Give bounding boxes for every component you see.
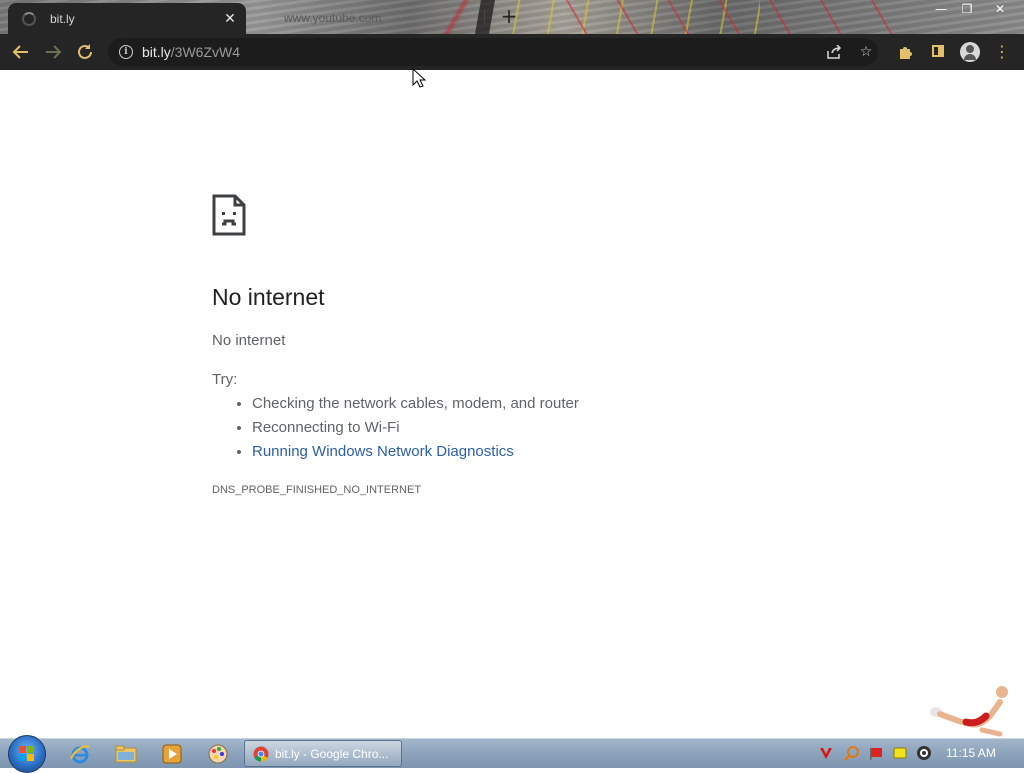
suggestion-list: Checking the network cables, modem, and … xyxy=(212,392,579,464)
suggestion-item: Checking the network cables, modem, and … xyxy=(252,392,579,416)
tab-title: www.youtube.com xyxy=(284,11,382,25)
windows-taskbar: bit.ly - Google Chro... 11:15 AM xyxy=(0,735,1024,773)
tab-separator xyxy=(484,9,485,25)
url-path: /3W6ZvW4 xyxy=(170,44,241,60)
tab-title: bit.ly xyxy=(50,11,75,26)
bookmark-star-icon[interactable]: ☆ xyxy=(856,45,876,59)
tab-strip: bit.ly ✕ www.youtube.com + — ❐ ✕ xyxy=(0,0,1024,34)
back-button[interactable] xyxy=(9,40,33,64)
site-info-icon[interactable]: i xyxy=(119,45,133,59)
volume-tray-icon[interactable] xyxy=(916,745,932,761)
windows-logo-icon xyxy=(19,746,35,762)
suggestion-item: Running Windows Network Diagnostics xyxy=(252,440,579,464)
flag-tray-icon[interactable] xyxy=(868,745,884,761)
close-window-button[interactable]: ✕ xyxy=(985,0,1015,18)
tab-youtube[interactable]: www.youtube.com xyxy=(258,6,478,30)
search-tray-icon[interactable] xyxy=(844,745,860,761)
error-code: DNS_PROBE_FINISHED_NO_INTERNET xyxy=(212,484,422,496)
taskbar-task-title: bit.ly - Google Chro... xyxy=(275,746,389,761)
sad-document-icon xyxy=(212,194,246,240)
browser-toolbar: i bit.ly/3W6ZvW4 ☆ ⋮ xyxy=(0,34,1024,70)
network-diagnostics-link[interactable]: Running Windows Network Diagnostics xyxy=(252,443,514,460)
reload-icon xyxy=(78,44,92,59)
desktop-character-image xyxy=(922,682,1014,742)
back-arrow-icon xyxy=(12,45,28,59)
start-button[interactable] xyxy=(8,735,46,773)
mouse-cursor-icon xyxy=(412,67,427,92)
file-explorer-icon[interactable] xyxy=(112,742,140,766)
tab-bitly[interactable]: bit.ly ✕ xyxy=(8,3,246,34)
address-bar[interactable]: i bit.ly/3W6ZvW4 ☆ xyxy=(108,38,878,66)
extensions-puzzle-icon[interactable] xyxy=(894,40,918,64)
try-label: Try: xyxy=(212,371,238,388)
new-tab-button[interactable]: + xyxy=(498,4,520,28)
reload-button[interactable] xyxy=(73,40,97,64)
page-title: No internet xyxy=(212,284,325,310)
paint-icon[interactable] xyxy=(204,742,232,766)
media-player-icon[interactable] xyxy=(158,742,186,766)
chrome-icon xyxy=(253,746,269,761)
error-subtitle: No internet xyxy=(212,332,286,349)
url-host: bit.ly xyxy=(142,44,171,60)
close-tab-icon[interactable]: ✕ xyxy=(220,11,240,27)
wallpaper-decoration xyxy=(560,0,900,34)
taskbar-chrome-window[interactable]: bit.ly - Google Chro... xyxy=(244,740,402,767)
profile-avatar-icon[interactable] xyxy=(958,40,982,64)
suggestion-item: Reconnecting to Wi-Fi xyxy=(252,416,579,440)
notification-tray-icon[interactable] xyxy=(892,745,908,761)
loading-favicon-icon xyxy=(22,11,36,26)
more-menu-icon[interactable]: ⋮ xyxy=(990,40,1014,64)
restore-window-button[interactable]: ❐ xyxy=(952,0,982,18)
taskbar-clock[interactable]: 11:15 AM xyxy=(946,746,996,760)
internet-explorer-icon[interactable] xyxy=(66,742,94,766)
forward-arrow-icon xyxy=(46,45,62,59)
url-text[interactable]: bit.ly/3W6ZvW4 xyxy=(142,44,240,60)
side-panel-icon[interactable] xyxy=(926,40,950,64)
forward-button[interactable] xyxy=(41,40,65,64)
share-icon[interactable] xyxy=(824,44,844,62)
antivirus-tray-icon[interactable] xyxy=(818,745,834,761)
